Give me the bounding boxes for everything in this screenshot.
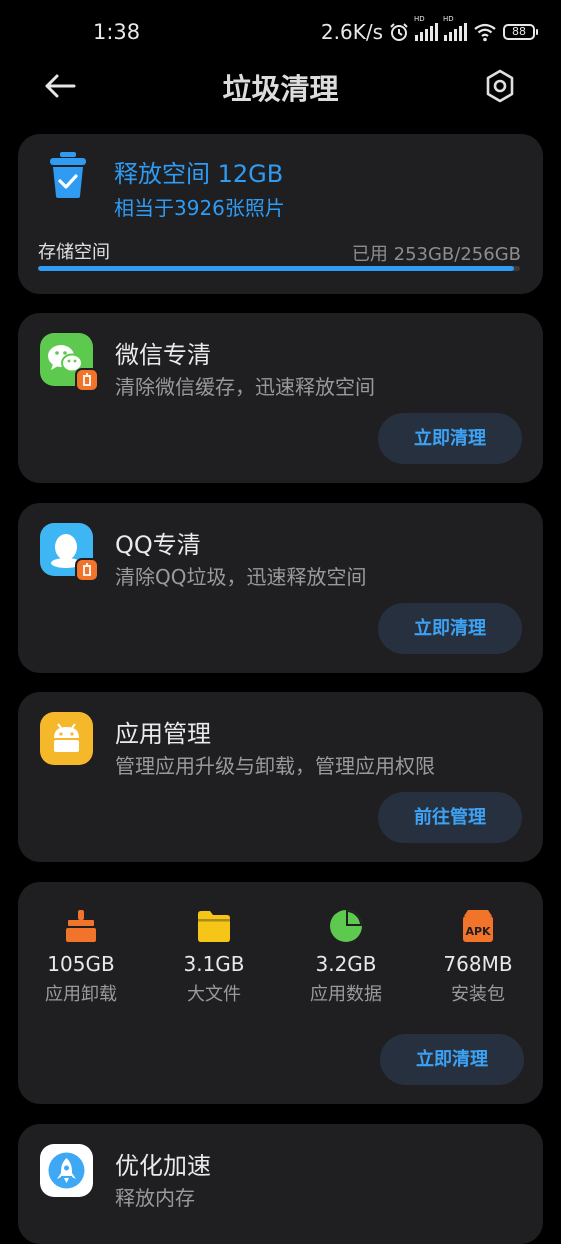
feature-desc: 清除微信缓存，迅速释放空间 [115,375,375,399]
storage-progress-fill [38,266,515,271]
feature-title: 微信专清 [115,341,211,369]
signal-icon-1: HD [414,15,438,41]
alarm-icon [390,23,408,41]
storage-label: 存储空间 [38,242,110,263]
trash-badge-icon [75,558,99,582]
stats-clean-button[interactable]: 立即清理 [380,1034,524,1085]
storage-card: 释放空间 12GB 相当于3926张照片 存储空间 已用 253GB/256GB [18,134,543,294]
feature-title: 优化加速 [115,1152,211,1180]
settings-gear-icon[interactable] [480,66,520,106]
feature-desc: 清除QQ垃圾，迅速释放空间 [115,565,367,589]
page-title: 垃圾清理 [222,72,339,106]
app-manage-button[interactable]: 前往管理 [378,792,522,843]
stat-app-data[interactable]: 3.2GB 应用数据 [291,908,401,1006]
storage-used: 已用 253GB/256GB [351,244,521,265]
feature-desc: 管理应用升级与卸载，管理应用权限 [115,754,435,778]
optimize-card[interactable]: 优化加速 释放内存 [18,1124,543,1244]
wifi-icon [474,23,496,42]
wechat-clean-button[interactable]: 立即清理 [378,413,522,464]
storage-stats-card: 105GB 应用卸载 3.1GB 大文件 3.2GB 应用数据 APK 768M… [18,882,543,1104]
storage-progress-bar [38,266,520,271]
release-space-subtitle: 相当于3926张照片 [114,196,285,220]
stat-large-files[interactable]: 3.1GB 大文件 [159,908,269,1006]
wechat-clean-card[interactable]: 微信专清 清除微信缓存，迅速释放空间 立即清理 [18,313,543,483]
status-icons: 2.6K/s HD HD 88 [320,15,538,44]
stat-label: 安装包 [451,984,505,1005]
feature-title: QQ专清 [115,531,201,559]
network-speed: 2.6K/s [320,20,383,44]
trash-badge-icon [75,368,99,392]
wechat-icon [40,333,99,392]
svg-text:APK: APK [465,925,491,938]
brush-icon [66,910,96,942]
stat-apk[interactable]: APK 768MB 安装包 [423,908,533,1006]
trash-check-icon [50,152,86,198]
app-manage-card[interactable]: 应用管理 管理应用升级与卸载，管理应用权限 前往管理 [18,692,543,862]
feature-desc: 释放内存 [115,1186,195,1210]
qq-clean-card[interactable]: QQ专清 清除QQ垃圾，迅速释放空间 立即清理 [18,503,543,673]
qq-clean-button[interactable]: 立即清理 [378,603,522,654]
stat-value: 105GB [47,952,115,976]
header: 垃圾清理 [0,58,561,114]
folder-icon [198,911,230,942]
stat-label: 应用卸载 [45,984,117,1005]
apk-icon: APK [463,910,493,942]
stat-label: 大文件 [187,984,241,1005]
stat-uninstall[interactable]: 105GB 应用卸载 [26,908,136,1006]
status-time: 1:38 [93,20,141,44]
stat-value: 3.2GB [315,952,377,976]
status-bar: 1:38 2.6K/s HD HD 88 [0,0,561,64]
signal-icon-2: HD [443,15,467,41]
qq-icon [40,523,99,582]
stat-value: 3.1GB [183,952,245,976]
release-space-title: 释放空间 12GB [114,160,284,188]
battery-icon: 88 [503,24,538,40]
rocket-icon [40,1144,93,1197]
feature-title: 应用管理 [115,720,211,748]
stat-label: 应用数据 [310,984,382,1005]
android-icon [40,712,93,765]
stat-value: 768MB [443,952,513,976]
pie-icon [330,910,362,942]
